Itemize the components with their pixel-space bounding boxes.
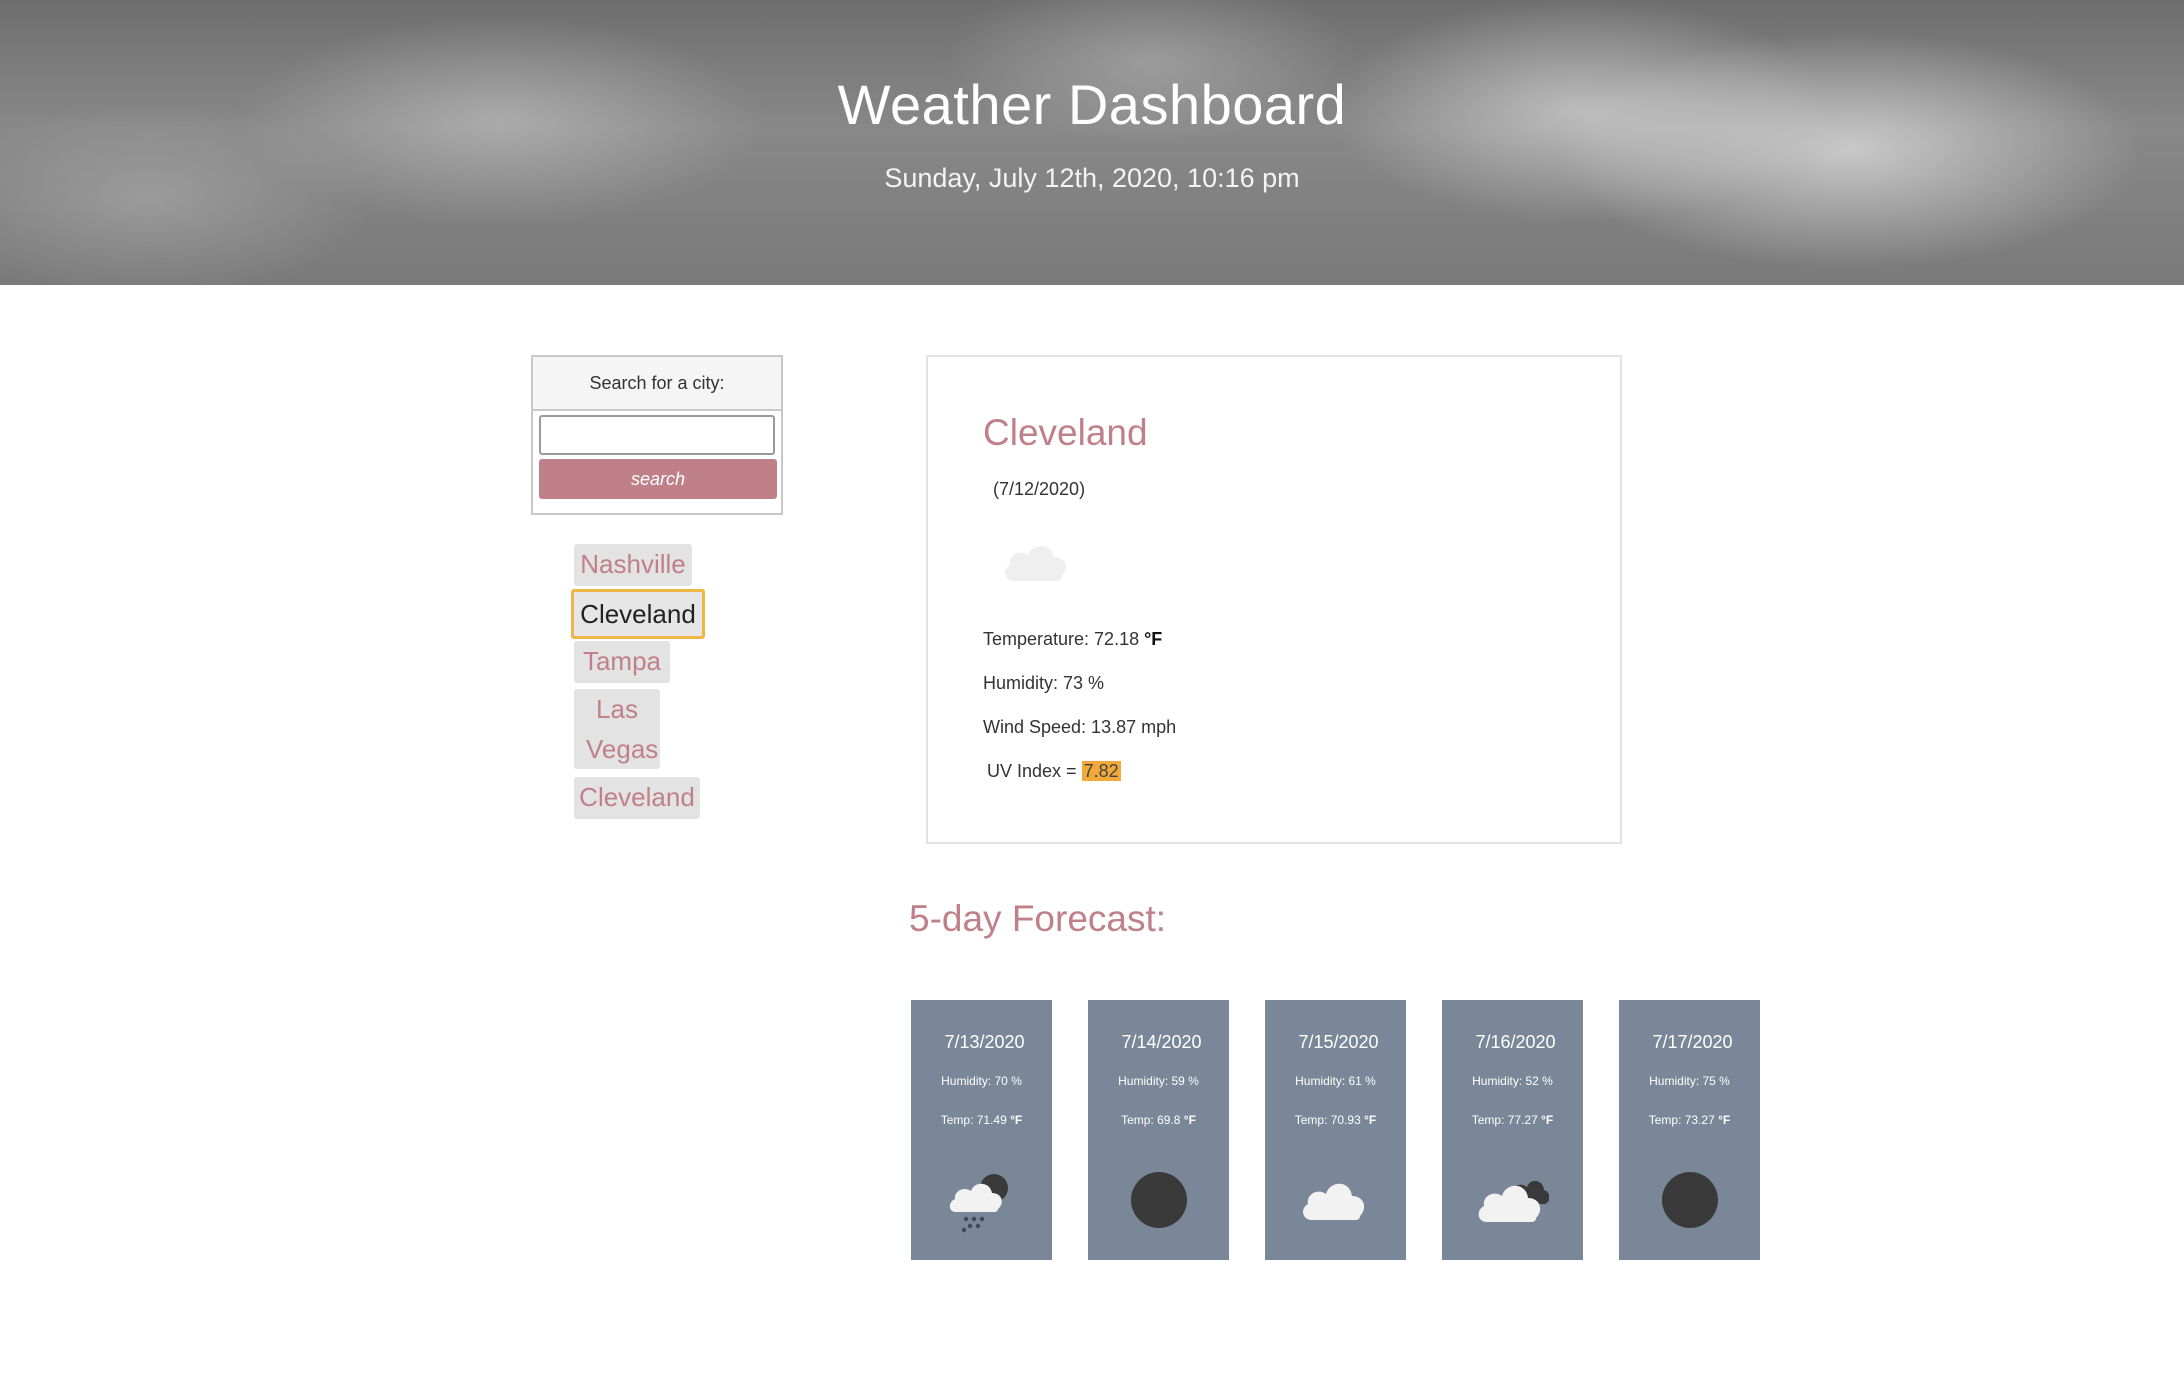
history-item-cleveland[interactable]: Cleveland: [574, 777, 700, 819]
uv-index-label: UV Index =: [987, 761, 1077, 781]
forecast-date: 7/17/2020: [1652, 1032, 1733, 1052]
forecast-title: 5-day Forecast:: [909, 898, 1167, 939]
current-temperature: Temperature: 72.18 °F: [983, 629, 1162, 650]
forecast-card: 7/15/2020 Humidity: 61 % Temp: 70.93 °F: [1265, 1000, 1406, 1260]
forecast-temp-value: Temp: 69.8: [1121, 1113, 1181, 1127]
moon-icon: [1131, 1172, 1187, 1228]
cloud-dark-cloud-icon: [1478, 1181, 1549, 1222]
forecast-temp: Temp: 73.27 °F: [1619, 1113, 1760, 1127]
temperature-unit: °F: [1144, 629, 1163, 649]
history-item-las-vegas[interactable]: Las Vegas: [574, 689, 660, 769]
forecast-temp: Temp: 77.27 °F: [1442, 1113, 1583, 1127]
forecast-card: 7/13/2020 Humidity: 70 % Temp: 71.49 °F: [911, 1000, 1052, 1260]
forecast-temp-value: Temp: 71.49: [940, 1113, 1007, 1127]
current-temperature-value: Temperature: 72.18: [983, 629, 1140, 649]
forecast-temp-value: Temp: 70.93: [1294, 1113, 1361, 1127]
current-wind-speed: Wind Speed: 13.87 mph: [983, 717, 1177, 737]
current-date: (7/12/2020): [993, 479, 1086, 499]
temperature-unit: °F: [1010, 1113, 1023, 1127]
forecast-humidity: Humidity: 75 %: [1649, 1074, 1730, 1088]
forecast-temp-value: Temp: 73.27: [1648, 1113, 1715, 1127]
temperature-unit: °F: [1183, 1113, 1196, 1127]
history-item-cleveland-active[interactable]: Cleveland: [571, 589, 705, 639]
forecast-date: 7/16/2020: [1475, 1032, 1556, 1052]
current-uv-index: UV Index = 7.82: [987, 761, 1121, 782]
header-banner: Weather Dashboard Sunday, July 12th, 202…: [0, 0, 2184, 285]
city-search-input[interactable]: [539, 415, 775, 455]
uv-index-badge: 7.82: [1081, 761, 1121, 781]
forecast-temp-value: Temp: 77.27: [1471, 1113, 1538, 1127]
forecast-date: 7/13/2020: [944, 1032, 1025, 1052]
cloud-icon: [1000, 535, 1072, 590]
rain-cloud-moon-icon: [949, 1174, 1008, 1233]
forecast-date: 7/14/2020: [1121, 1032, 1202, 1052]
forecast-temp: Temp: 71.49 °F: [911, 1113, 1052, 1127]
forecast-card: 7/16/2020 Humidity: 52 % Temp: 77.27 °F: [1442, 1000, 1583, 1260]
current-humidity: Humidity: 73 %: [983, 673, 1105, 693]
forecast-card: 7/14/2020 Humidity: 59 % Temp: 69.8 °F: [1088, 1000, 1229, 1260]
forecast-temp: Temp: 70.93 °F: [1265, 1113, 1406, 1127]
page-title: Weather Dashboard: [837, 73, 1347, 136]
forecast-humidity: Humidity: 52 %: [1472, 1074, 1553, 1088]
search-panel: Search for a city: search: [531, 355, 783, 515]
history-item-tampa[interactable]: Tampa: [574, 641, 670, 683]
forecast-humidity: Humidity: 61 %: [1295, 1074, 1376, 1088]
search-heading: Search for a city:: [533, 357, 781, 411]
current-datetime: Sunday, July 12th, 2020, 10:16 pm: [884, 163, 1300, 193]
search-form: search: [539, 415, 777, 499]
temperature-unit: °F: [1364, 1113, 1377, 1127]
forecast-humidity: Humidity: 70 %: [941, 1074, 1022, 1088]
forecast-temp: Temp: 69.8 °F: [1088, 1113, 1229, 1127]
temperature-unit: °F: [1718, 1113, 1731, 1127]
forecast-humidity: Humidity: 59 %: [1118, 1074, 1199, 1088]
cloud-icon: [1303, 1183, 1365, 1220]
search-button[interactable]: search: [539, 459, 777, 499]
current-weather-card: Cleveland (7/12/2020) Temperature: 72.18…: [926, 355, 1622, 844]
forecast-date: 7/15/2020: [1298, 1032, 1379, 1052]
history-item-nashville[interactable]: Nashville: [574, 544, 692, 586]
temperature-unit: °F: [1541, 1113, 1554, 1127]
current-city-name: Cleveland: [983, 412, 1148, 453]
forecast-card: 7/17/2020 Humidity: 75 % Temp: 73.27 °F: [1619, 1000, 1760, 1260]
moon-icon: [1662, 1172, 1718, 1228]
